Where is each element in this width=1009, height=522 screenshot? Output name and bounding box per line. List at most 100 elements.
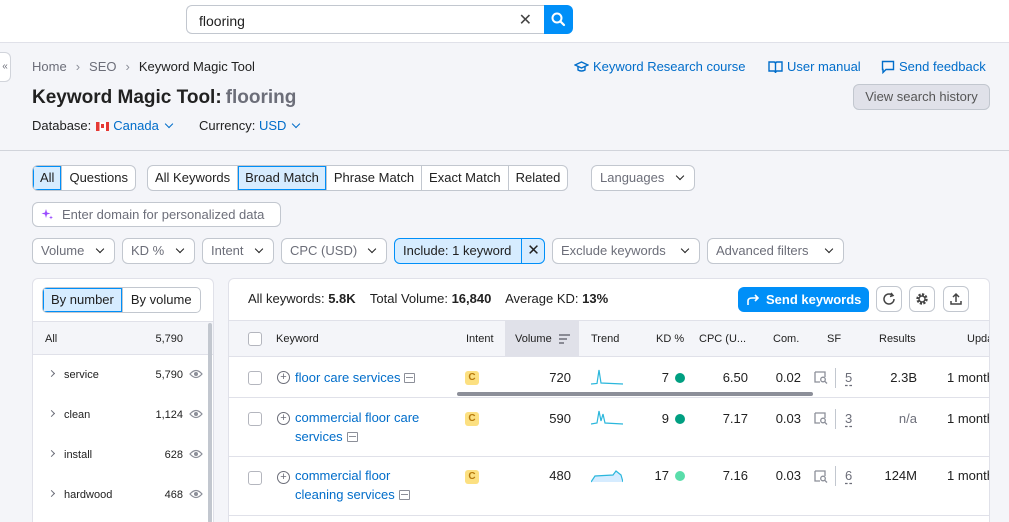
sf-divider bbox=[835, 409, 836, 429]
view-search-history-button[interactable]: View search history bbox=[853, 84, 990, 110]
serp-features-count[interactable]: 5 bbox=[845, 370, 852, 385]
serp-analysis-icon[interactable] bbox=[814, 371, 828, 384]
row-checkbox[interactable] bbox=[248, 371, 262, 385]
volume-filter-dropdown[interactable]: Volume bbox=[32, 238, 115, 264]
group-all-row[interactable]: All 5,790 bbox=[33, 321, 213, 355]
serp-features-count[interactable]: 6 bbox=[845, 468, 852, 483]
search-input-value[interactable]: flooring bbox=[199, 13, 245, 29]
keyword-research-course-link[interactable]: Keyword Research course bbox=[573, 59, 745, 74]
serp-icon[interactable] bbox=[404, 373, 416, 383]
filter-exact-match[interactable]: Exact Match bbox=[422, 166, 509, 190]
col-keyword[interactable]: Keyword bbox=[276, 333, 319, 345]
currency-selector[interactable]: Currency: USD bbox=[199, 118, 301, 133]
chevron-right-icon[interactable] bbox=[47, 369, 56, 378]
advanced-filters-dropdown[interactable]: Advanced filters bbox=[707, 238, 844, 264]
chevron-right-icon[interactable] bbox=[47, 489, 56, 498]
add-to-list-icon[interactable]: + bbox=[277, 371, 290, 384]
settings-button[interactable] bbox=[909, 286, 935, 312]
filter-all[interactable]: All bbox=[33, 166, 63, 190]
col-serp-features[interactable]: SF bbox=[827, 333, 841, 345]
eye-icon[interactable] bbox=[189, 409, 203, 419]
competition-value: 0.02 bbox=[775, 370, 801, 385]
keyword-link[interactable]: floor care services bbox=[295, 368, 416, 387]
updated-value: 1 month bbox=[947, 411, 990, 426]
filter-questions[interactable]: Questions bbox=[62, 166, 135, 190]
collapse-sidebar-icon[interactable]: « bbox=[0, 52, 11, 82]
database-selector[interactable]: Database: Canada bbox=[32, 118, 174, 133]
personalized-domain-input[interactable]: Enter domain for personalized data bbox=[32, 202, 281, 227]
send-keywords-button[interactable]: Send keywords bbox=[738, 287, 869, 312]
filter-broad-match[interactable]: Broad Match bbox=[238, 166, 327, 190]
col-volume[interactable]: Volume bbox=[515, 333, 552, 345]
breadcrumb-home[interactable]: Home bbox=[32, 59, 67, 74]
chevron-right-icon[interactable] bbox=[47, 449, 56, 458]
groups-scrollbar[interactable] bbox=[208, 323, 212, 522]
chevron-right-icon: › bbox=[125, 59, 130, 74]
by-number-button[interactable]: By number bbox=[43, 288, 122, 312]
intent-filter-dropdown[interactable]: Intent bbox=[202, 238, 274, 264]
filter-related[interactable]: Related bbox=[509, 166, 568, 190]
by-volume-button[interactable]: By volume bbox=[121, 288, 200, 312]
export-button[interactable] bbox=[943, 286, 969, 312]
col-competition[interactable]: Com. bbox=[773, 333, 799, 345]
user-manual-link[interactable]: User manual bbox=[768, 59, 861, 74]
chevron-down-icon bbox=[175, 244, 185, 254]
group-row[interactable]: hardwood 468 bbox=[33, 476, 213, 516]
graduation-cap-icon bbox=[573, 61, 590, 72]
sort-icon[interactable] bbox=[559, 334, 570, 344]
keyword-link[interactable]: commercial floor cleaning services bbox=[295, 466, 410, 504]
kd-difficulty-dot bbox=[675, 471, 685, 481]
search-input[interactable]: flooring ✕ bbox=[186, 5, 544, 34]
send-feedback-link[interactable]: Send feedback bbox=[881, 59, 986, 75]
chevron-down-icon bbox=[164, 119, 174, 129]
col-cpc[interactable]: CPC (U... bbox=[699, 333, 746, 345]
search-button[interactable] bbox=[544, 5, 573, 34]
serp-analysis-icon[interactable] bbox=[814, 412, 828, 425]
filter-phrase-match[interactable]: Phrase Match bbox=[327, 166, 423, 190]
keyword-link[interactable]: commercial floor care services bbox=[295, 408, 419, 446]
chevron-right-icon[interactable] bbox=[47, 409, 56, 418]
updated-value: 1 month bbox=[947, 468, 990, 483]
col-kd[interactable]: KD % bbox=[656, 333, 684, 345]
row-checkbox[interactable] bbox=[248, 412, 262, 426]
group-row[interactable]: service 5,790 bbox=[33, 356, 213, 396]
refresh-button[interactable] bbox=[876, 286, 902, 312]
page-title: Keyword Magic Tool: flooring bbox=[32, 87, 297, 108]
kd-filter-dropdown[interactable]: KD % bbox=[122, 238, 195, 264]
header-divider bbox=[0, 150, 1009, 151]
select-all-checkbox[interactable] bbox=[248, 332, 262, 346]
col-updated[interactable]: Upda bbox=[967, 333, 989, 345]
exclude-keywords-dropdown[interactable]: Exclude keywords bbox=[552, 238, 700, 264]
clear-search-icon[interactable]: ✕ bbox=[519, 10, 532, 30]
add-to-list-icon[interactable]: + bbox=[277, 412, 290, 425]
serp-icon[interactable] bbox=[398, 490, 410, 500]
eye-icon[interactable] bbox=[189, 489, 203, 499]
filter-all-keywords[interactable]: All Keywords bbox=[148, 166, 239, 190]
chevron-right-icon: › bbox=[75, 59, 81, 74]
add-to-list-icon[interactable]: + bbox=[277, 471, 290, 484]
eye-icon[interactable] bbox=[189, 369, 203, 379]
trend-sparkline bbox=[591, 470, 623, 483]
breadcrumb-current: Keyword Magic Tool bbox=[138, 59, 255, 74]
competition-value: 0.03 bbox=[775, 411, 801, 426]
cpc-filter-dropdown[interactable]: CPC (USD) bbox=[281, 238, 387, 264]
col-trend[interactable]: Trend bbox=[591, 333, 619, 345]
group-row[interactable]: clean 1,124 bbox=[33, 396, 213, 436]
kd-difficulty-dot bbox=[675, 414, 685, 424]
eye-icon[interactable] bbox=[189, 449, 203, 459]
row-checkbox[interactable] bbox=[248, 471, 262, 485]
breadcrumb-seo[interactable]: SEO bbox=[89, 59, 116, 74]
remove-include-filter-icon[interactable]: ✕ bbox=[521, 238, 545, 264]
serp-icon[interactable] bbox=[346, 432, 358, 442]
serp-analysis-icon[interactable] bbox=[814, 470, 828, 483]
include-keywords-filter[interactable]: Include: 1 keyword ✕ bbox=[394, 238, 545, 264]
serp-features-count[interactable]: 3 bbox=[845, 411, 852, 426]
languages-dropdown[interactable]: Languages bbox=[591, 165, 695, 191]
kd-value: 17 bbox=[654, 468, 669, 483]
col-results[interactable]: Results bbox=[879, 333, 916, 345]
cpc-value: 7.17 bbox=[722, 411, 748, 426]
sparkle-icon bbox=[41, 209, 53, 220]
table-row: + commercial floor care services C 590 9 … bbox=[229, 399, 990, 457]
group-row[interactable]: install 628 bbox=[33, 436, 213, 476]
col-intent[interactable]: Intent bbox=[466, 333, 494, 345]
